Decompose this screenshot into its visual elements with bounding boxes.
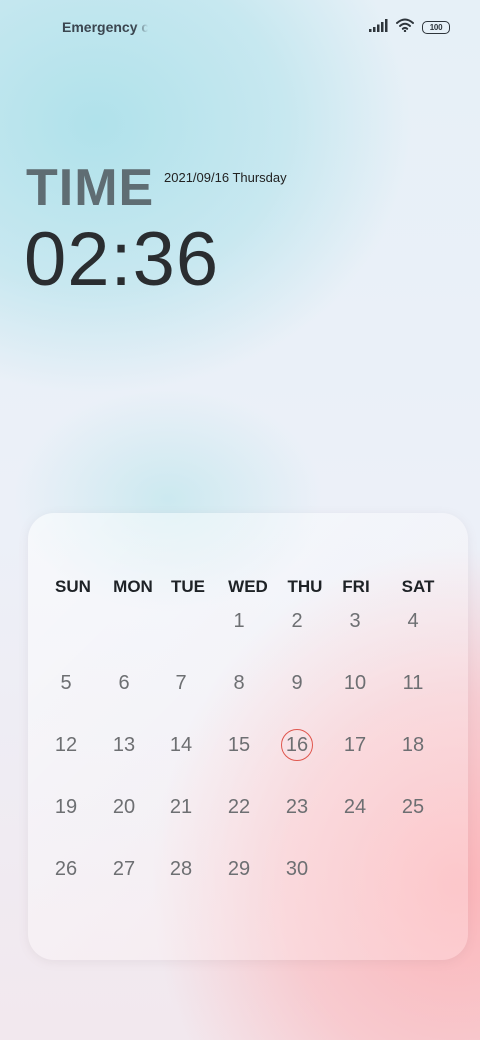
calendar-day[interactable]: 9 xyxy=(272,672,322,695)
weekday-sat: SAT xyxy=(401,577,435,596)
calendar-day[interactable]: 21 xyxy=(156,796,206,819)
weekday-tue: TUE xyxy=(171,577,205,596)
weekday-wed: WED xyxy=(228,577,268,596)
calendar-day[interactable]: 25 xyxy=(388,796,438,819)
weekday-mon: MON xyxy=(113,577,153,596)
calendar-day[interactable]: 5 xyxy=(41,672,91,695)
calendar-day[interactable]: 6 xyxy=(99,672,149,695)
weekday-thu: THU xyxy=(287,577,323,596)
calendar-day[interactable]: 11 xyxy=(388,672,438,695)
calendar-day[interactable]: 12 xyxy=(41,734,91,757)
calendar-day[interactable]: 19 xyxy=(41,796,91,819)
calendar-day[interactable]: 18 xyxy=(388,734,438,757)
calendar-day[interactable]: 2 xyxy=(272,610,322,633)
calendar-day[interactable]: 4 xyxy=(388,610,438,633)
calendar-day[interactable]: 26 xyxy=(41,858,91,881)
calendar-day[interactable]: 14 xyxy=(156,734,206,757)
weekday-sun: SUN xyxy=(55,577,91,596)
calendar-day[interactable]: 30 xyxy=(272,858,322,881)
calendar-day[interactable]: 24 xyxy=(330,796,380,819)
status-bar: Emergency calls only 100 xyxy=(0,0,480,56)
calendar-day[interactable]: 1 xyxy=(214,610,264,633)
time-label: TIME xyxy=(26,159,155,217)
today-highlight-ring xyxy=(281,729,313,761)
calendar-day[interactable]: 7 xyxy=(156,672,206,695)
calendar-day[interactable]: 13 xyxy=(99,734,149,757)
calendar-day[interactable]: 29 xyxy=(214,858,264,881)
calendar-widget[interactable]: SUN MON TUE WED THU FRI SAT 1 2 3 4 5 6 7 8 9 10 11 12 13 14… xyxy=(28,513,468,960)
carrier-text: Emergency calls only xyxy=(62,19,148,35)
battery-level: 100 xyxy=(429,23,443,32)
weekday-fri: FRI xyxy=(342,577,370,596)
date-label: 2021/09/16 Thursday xyxy=(164,170,287,185)
calendar-day[interactable]: 20 xyxy=(99,796,149,819)
calendar-day[interactable]: 3 xyxy=(330,610,380,633)
calendar-day[interactable]: 15 xyxy=(214,734,264,757)
calendar-day[interactable]: 27 xyxy=(99,858,149,881)
clock-time: 02:36 xyxy=(24,217,220,302)
battery-icon: 100 xyxy=(422,21,450,34)
calendar-day[interactable]: 23 xyxy=(272,796,322,819)
calendar-grid: SUN MON TUE WED THU FRI SAT 1 2 3 4 5 6 7 8 9 10 11 12 13 14… xyxy=(28,513,468,960)
calendar-day[interactable]: 10 xyxy=(330,672,380,695)
calendar-day[interactable]: 28 xyxy=(156,858,206,881)
calendar-day[interactable]: 22 xyxy=(214,796,264,819)
calendar-day[interactable]: 17 xyxy=(330,734,380,757)
calendar-day[interactable]: 8 xyxy=(214,672,264,695)
wifi-icon xyxy=(396,18,414,37)
signal-icon xyxy=(369,18,388,37)
status-icons: 100 xyxy=(369,18,450,37)
